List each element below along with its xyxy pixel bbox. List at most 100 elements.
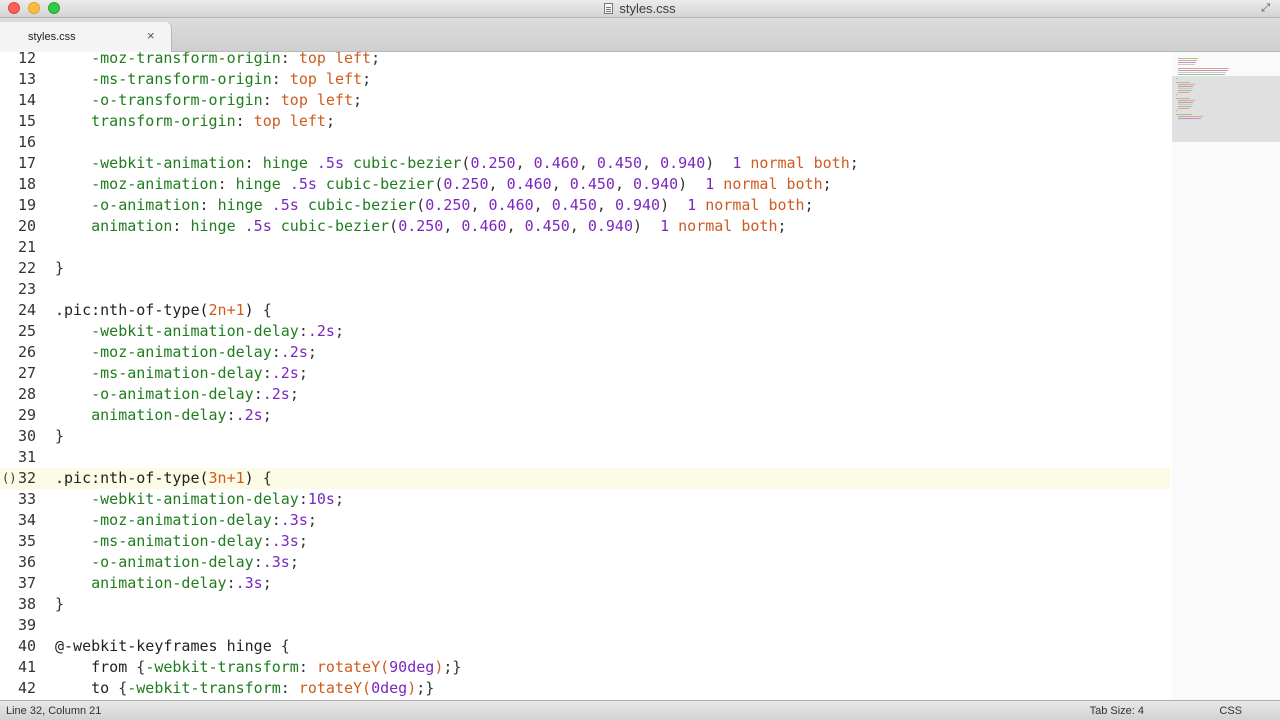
code-line[interactable]: 22} [0, 258, 1170, 279]
line-number: 34 [17, 511, 36, 529]
code-line[interactable]: 24 .pic:nth-of-type(2n+1) { [0, 300, 1170, 321]
minimap-line [1178, 108, 1191, 109]
syntax-selector[interactable]: CSS [1219, 705, 1242, 717]
code-line[interactable]: 37 animation-delay:.3s; [0, 573, 1170, 594]
minimap-line [1176, 94, 1177, 95]
line-text[interactable]: animation: hinge .5s cubic-bezier(0.250,… [55, 216, 786, 237]
code-line[interactable]: 15 transform-origin: top left; [0, 111, 1170, 132]
code-area[interactable]: 12 -moz-transform-origin: top left; 13 -m… [0, 52, 1170, 699]
token: -webkit-transform [145, 658, 299, 676]
code-line[interactable]: 29 animation-delay:.2s; [0, 405, 1170, 426]
token: , [533, 196, 552, 214]
code-line[interactable]: 35 -ms-animation-delay:.3s; [0, 531, 1170, 552]
line-number: 15 [17, 112, 36, 130]
minimap-line [1178, 58, 1198, 59]
line-text[interactable]: -o-animation-delay:.2s; [55, 384, 299, 405]
line-number: 33 [17, 490, 36, 508]
tab-size-selector[interactable]: Tab Size: 4 [1090, 705, 1144, 717]
token: : [271, 511, 281, 529]
line-number: 25 [17, 322, 36, 340]
token: 0.450 [524, 217, 570, 235]
code-line[interactable]: 17 -webkit-animation: hinge .5s cubic-be… [0, 153, 1170, 174]
token: 3n+1 [208, 469, 245, 487]
code-line[interactable]: 28 -o-animation-delay:.2s; [0, 384, 1170, 405]
code-line[interactable]: 16 [0, 132, 1170, 153]
fullscreen-icon[interactable]: ⤢ [1261, 2, 1270, 15]
code-line[interactable]: 14 -o-transform-origin: top left; [0, 90, 1170, 111]
window-title-group: styles.css [0, 0, 1280, 17]
line-text[interactable]: } [55, 594, 64, 615]
code-line[interactable]: 20 animation: hinge .5s cubic-bezier(0.2… [0, 216, 1170, 237]
line-text[interactable]: -ms-animation-delay:.2s; [55, 363, 308, 384]
line-text[interactable]: @-webkit-keyframes hinge { [55, 636, 290, 657]
line-text[interactable]: -moz-animation: hinge .5s cubic-bezier(0… [55, 174, 832, 195]
line-number: 30 [17, 427, 36, 445]
token: : [298, 322, 308, 340]
token: -moz-transform-origin [91, 52, 281, 67]
code-line[interactable]: 23 [0, 279, 1170, 300]
token: : [199, 196, 218, 214]
minimap-line [1176, 78, 1177, 79]
code-line[interactable]: 40 @-webkit-keyframes hinge { [0, 636, 1170, 657]
line-text[interactable]: to {-webkit-transform: rotateY(0deg);} [55, 678, 434, 699]
token: .3s [235, 574, 263, 592]
code-line[interactable]: 38} [0, 594, 1170, 615]
code-line[interactable]: 25 -webkit-animation-delay:.2s; [0, 321, 1170, 342]
line-text[interactable]: transform-origin: top left; [55, 111, 335, 132]
token: transform-origin [91, 112, 236, 130]
code-line[interactable]: () 32 .pic:nth-of-type(3n+1) { [0, 468, 1170, 489]
minimap-line [1178, 86, 1194, 87]
code-line[interactable]: 26 -moz-animation-delay:.2s; [0, 342, 1170, 363]
token: top left [298, 52, 372, 67]
line-text[interactable]: -ms-transform-origin: top left; [55, 69, 371, 90]
line-text[interactable]: -moz-transform-origin: top left; [55, 52, 380, 69]
line-text[interactable]: -webkit-animation-delay:.2s; [55, 321, 344, 342]
token: to [91, 679, 119, 697]
token: ;} [443, 658, 462, 676]
code-line[interactable]: 34 -moz-animation-delay:.3s; [0, 510, 1170, 531]
code-line[interactable]: 31 [0, 447, 1170, 468]
line-text[interactable]: -moz-animation-delay:.2s; [55, 342, 317, 363]
line-text[interactable]: -webkit-animation: hinge .5s cubic-bezie… [55, 153, 859, 174]
token: : [217, 175, 236, 193]
token: , [470, 196, 489, 214]
line-text[interactable]: animation-delay:.3s; [55, 573, 272, 594]
code-line[interactable]: 19 -o-animation: hinge .5s cubic-bezier(… [0, 195, 1170, 216]
line-text[interactable]: -webkit-animation-delay:10s; [55, 489, 344, 510]
line-text[interactable]: .pic:nth-of-type(3n+1) { [55, 468, 272, 489]
tab-close-icon[interactable]: × [147, 28, 155, 43]
line-text[interactable]: from {-webkit-transform: rotateY(90deg);… [55, 657, 461, 678]
code-line[interactable]: 41 from {-webkit-transform: rotateY(90de… [0, 657, 1170, 678]
line-number: 41 [17, 658, 36, 676]
code-line[interactable]: 30} [0, 426, 1170, 447]
code-line[interactable]: 33 -webkit-animation-delay:10s; [0, 489, 1170, 510]
line-text[interactable]: } [55, 258, 64, 279]
code-line[interactable]: 27 -ms-animation-delay:.2s; [0, 363, 1170, 384]
token: ; [262, 406, 272, 424]
token: } [55, 595, 65, 613]
code-editor[interactable]: 12 -moz-transform-origin: top left; 13 -m… [0, 52, 1280, 700]
code-line[interactable]: 18 -moz-animation: hinge .5s cubic-bezie… [0, 174, 1170, 195]
line-text[interactable]: animation-delay:.2s; [55, 405, 272, 426]
token: rotateY( [298, 679, 372, 697]
minimap-line [1178, 62, 1197, 63]
code-line[interactable]: 12 -moz-transform-origin: top left; [0, 52, 1170, 69]
code-line[interactable]: 36 -o-animation-delay:.3s; [0, 552, 1170, 573]
token: from [91, 658, 137, 676]
line-text[interactable]: -o-transform-origin: top left; [55, 90, 362, 111]
line-text[interactable]: } [55, 426, 64, 447]
line-text[interactable]: -o-animation: hinge .5s cubic-bezier(0.2… [55, 195, 814, 216]
line-text[interactable]: -moz-animation-delay:.3s; [55, 510, 317, 531]
code-line[interactable]: 42 to {-webkit-transform: rotateY(0deg);… [0, 678, 1170, 699]
token: -moz-animation-delay [91, 511, 272, 529]
line-text[interactable]: .pic:nth-of-type(2n+1) { [55, 300, 272, 321]
minimap[interactable] [1172, 52, 1280, 700]
line-text[interactable]: -ms-animation-delay:.3s; [55, 531, 308, 552]
token: cubic-bezier [344, 154, 462, 172]
code-line[interactable]: 21 [0, 237, 1170, 258]
minimap-line [1176, 82, 1191, 83]
tab-styles-css[interactable]: styles.css × [0, 22, 172, 52]
line-text[interactable]: -o-animation-delay:.3s; [55, 552, 299, 573]
code-line[interactable]: 39 [0, 615, 1170, 636]
code-line[interactable]: 13 -ms-transform-origin: top left; [0, 69, 1170, 90]
